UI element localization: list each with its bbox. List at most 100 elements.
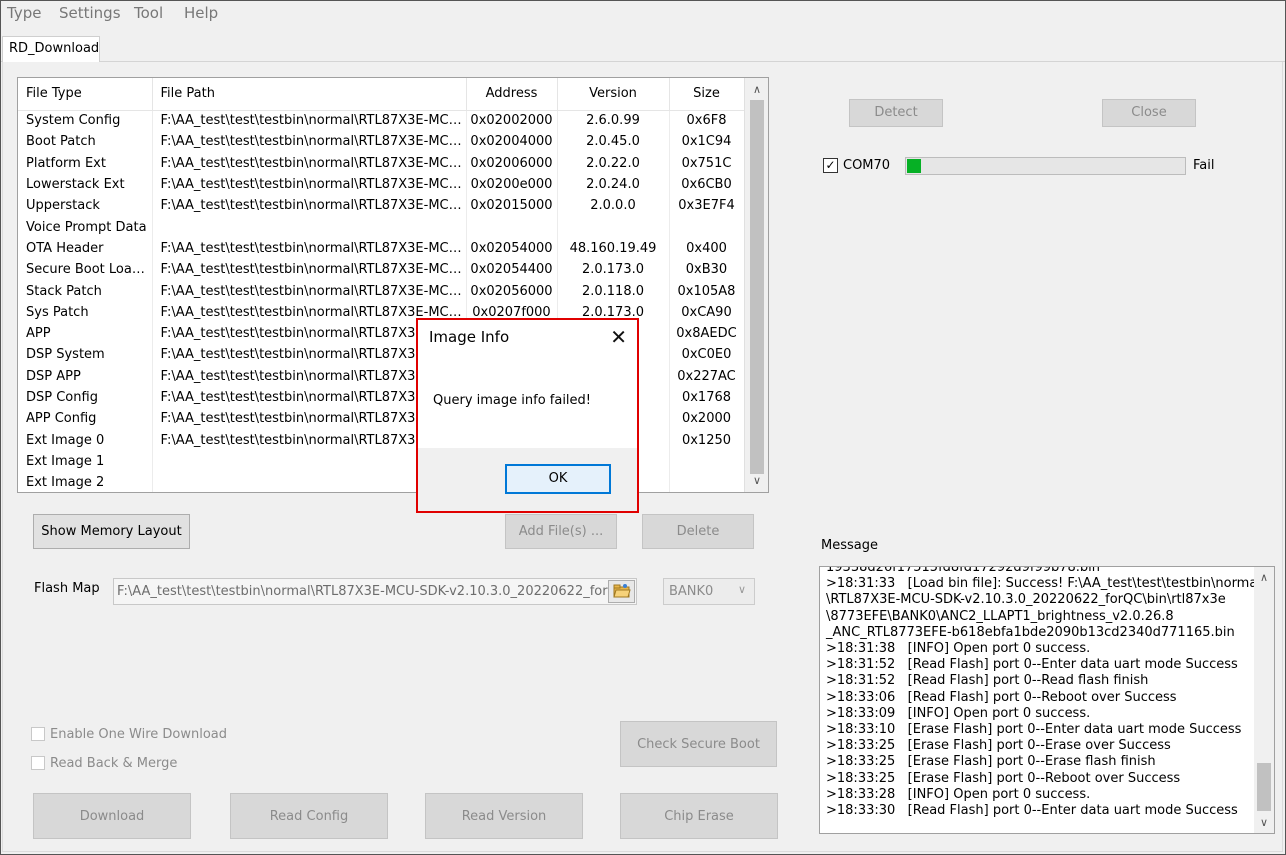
delete-button[interactable]: Delete <box>642 514 754 549</box>
cell-version: 2.0.173.0 <box>557 259 670 281</box>
read-config-button[interactable]: Read Config <box>230 793 388 839</box>
enable-one-wire-checkbox[interactable] <box>31 727 45 741</box>
column-header-file-type[interactable]: File Type <box>18 78 153 111</box>
cell-file-type: System Config <box>18 110 153 132</box>
table-row[interactable]: Voice Prompt Data <box>18 216 745 238</box>
folder-browse-icon[interactable] <box>608 580 635 603</box>
cell-size: 0x1250 <box>669 429 745 451</box>
close-icon[interactable]: ✕ <box>610 325 627 349</box>
menu-settings[interactable]: Settings <box>59 4 121 22</box>
cell-address <box>466 216 558 238</box>
cell-file-path: F:\AA_test\test\testbin\normal\RTL87X3E-… <box>152 152 467 174</box>
read-back-merge-checkbox[interactable] <box>31 756 45 770</box>
table-scrollbar[interactable]: ∧ ∨ <box>744 78 768 492</box>
dialog-message: Query image info failed! <box>433 393 592 408</box>
cell-file-path: F:\AA_test\test\testbin\normal\RTL87X3E-… <box>152 195 467 217</box>
message-lines: 19338d26f17515fd8fd17292d9f99b78.bin >18:… <box>826 567 1261 819</box>
column-header-file-path[interactable]: File Path <box>152 78 467 111</box>
cell-size: 0xB30 <box>669 259 745 281</box>
tab-strip: RD_Download <box>0 26 1286 63</box>
cell-size: 0x6CB0 <box>669 173 745 196</box>
scroll-thumb[interactable] <box>750 100 764 474</box>
download-progress-bar <box>905 157 1186 175</box>
check-secure-boot-button[interactable]: Check Secure Boot <box>620 721 777 767</box>
cell-address: 0x02056000 <box>466 280 558 302</box>
message-line: >18:33:10 [Erase Flash] port 0--Enter da… <box>826 722 1242 738</box>
message-line: >18:33:09 [INFO] Open port 0 success. <box>826 705 1091 721</box>
menu-help[interactable]: Help <box>184 4 218 22</box>
cell-file-type: APP <box>18 322 153 345</box>
scroll-thumb[interactable] <box>1257 763 1271 811</box>
cell-version: 2.0.22.0 <box>557 152 670 174</box>
cell-version: 2.0.118.0 <box>557 280 670 302</box>
message-line: >18:33:25 [Erase Flash] port 0--Erase ov… <box>826 738 1171 754</box>
message-line: _ANC_RTL8773EFE-b618ebfa1bde2090b13cd234… <box>826 624 1235 640</box>
cell-address: 0x0200e000 <box>466 173 558 196</box>
cell-file-type: Ext Image 0 <box>18 429 153 451</box>
chip-erase-button[interactable]: Chip Erase <box>620 793 778 839</box>
menu-type[interactable]: Type <box>7 4 41 22</box>
table-row[interactable]: Stack Patch F:\AA_test\test\testbin\norma… <box>18 280 745 302</box>
cell-address: 0x02006000 <box>466 152 558 174</box>
bank-select[interactable]: BANK0 ∨ <box>663 578 755 605</box>
message-log[interactable]: 19338d26f17515fd8fd17292d9f99b78.bin >18:… <box>819 566 1275 834</box>
message-line: >18:33:28 [INFO] Open port 0 success. <box>826 786 1091 802</box>
scroll-down-icon[interactable]: ∨ <box>745 471 768 491</box>
scroll-up-icon[interactable]: ∧ <box>745 80 768 100</box>
cell-file-path <box>152 216 467 238</box>
table-row[interactable]: OTA Header F:\AA_test\test\testbin\normal… <box>18 237 745 260</box>
table-row[interactable]: Upperstack F:\AA_test\test\testbin\normal… <box>18 195 745 217</box>
cell-address: 0x02054000 <box>466 237 558 260</box>
cell-file-path: F:\AA_test\test\testbin\normal\RTL87X3E-… <box>152 280 467 302</box>
column-header-size[interactable]: Size <box>669 78 745 111</box>
cell-file-type: Boot Patch <box>18 131 153 153</box>
message-label: Message <box>821 538 878 553</box>
com-port-label: COM70 <box>843 158 891 173</box>
menu-tool[interactable]: Tool <box>134 4 163 22</box>
table-row[interactable]: Lowerstack Ext F:\AA_test\test\testbin\no… <box>18 173 745 196</box>
close-button[interactable]: Close <box>1102 99 1196 127</box>
ok-button[interactable]: OK <box>505 464 611 494</box>
column-header-version[interactable]: Version <box>557 78 670 111</box>
cell-address: 0x02002000 <box>466 110 558 132</box>
cell-file-type: Sys Patch <box>18 301 153 323</box>
table-header-row: File Type File Path Address Version Size <box>18 78 745 111</box>
detect-button[interactable]: Detect <box>849 99 943 127</box>
cell-size <box>669 216 745 238</box>
flash-map-label: Flash Map <box>34 581 100 596</box>
progress-fill <box>907 159 921 173</box>
cell-size: 0x3E7F4 <box>669 195 745 217</box>
cell-size: 0x751C <box>669 152 745 174</box>
add-files-button[interactable]: Add File(s) ... <box>505 514 617 549</box>
cell-file-path: F:\AA_test\test\testbin\normal\RTL87X3E-… <box>152 237 467 260</box>
cell-file-type: APP Config <box>18 408 153 430</box>
message-line: \8773EFE\BANK0\ANC2_LLAPT1_brightness_v2… <box>826 608 1174 624</box>
table-row[interactable]: Secure Boot Loader F:\AA_test\test\testbi… <box>18 259 745 281</box>
cell-version: 2.0.24.0 <box>557 173 670 196</box>
cell-size: 0xC0E0 <box>669 344 745 366</box>
com-port-checkbox[interactable]: ✓ <box>823 158 838 173</box>
message-line: >18:31:33 [Load bin file]: Success! F:\A… <box>826 576 1261 592</box>
show-memory-layout-button[interactable]: Show Memory Layout <box>33 514 190 549</box>
flash-map-path-field[interactable]: F:\AA_test\test\testbin\normal\RTL87X3E-… <box>113 578 637 605</box>
cell-size: 0x1768 <box>669 386 745 409</box>
table-row[interactable]: System Config F:\AA_test\test\testbin\nor… <box>18 110 745 132</box>
message-line: >18:31:52 [Read Flash] port 0--Read flas… <box>826 673 1149 689</box>
cell-file-path: F:\AA_test\test\testbin\normal\RTL87X3E-… <box>152 173 467 196</box>
read-version-button[interactable]: Read Version <box>425 793 583 839</box>
scroll-down-icon[interactable]: ∨ <box>1254 814 1274 832</box>
dialog-title: Image Info <box>429 328 510 346</box>
cell-file-path: F:\AA_test\test\testbin\normal\RTL87X3E-… <box>152 110 467 132</box>
tab-rd-download[interactable]: RD_Download <box>2 36 100 63</box>
cell-file-type: Secure Boot Loader <box>18 259 153 281</box>
cell-address: 0x02015000 <box>466 195 558 217</box>
download-button[interactable]: Download <box>33 793 191 839</box>
scroll-up-icon[interactable]: ∧ <box>1254 569 1274 587</box>
column-header-address[interactable]: Address <box>466 78 558 111</box>
cell-size: 0x227AC <box>669 365 745 387</box>
read-back-merge-option[interactable]: Read Back & Merge <box>31 756 177 771</box>
table-row[interactable]: Boot Patch F:\AA_test\test\testbin\normal… <box>18 131 745 153</box>
table-row[interactable]: Platform Ext F:\AA_test\test\testbin\norm… <box>18 152 745 174</box>
message-scrollbar[interactable]: ∧ ∨ <box>1254 567 1274 833</box>
enable-one-wire-option[interactable]: Enable One Wire Download <box>31 727 227 742</box>
